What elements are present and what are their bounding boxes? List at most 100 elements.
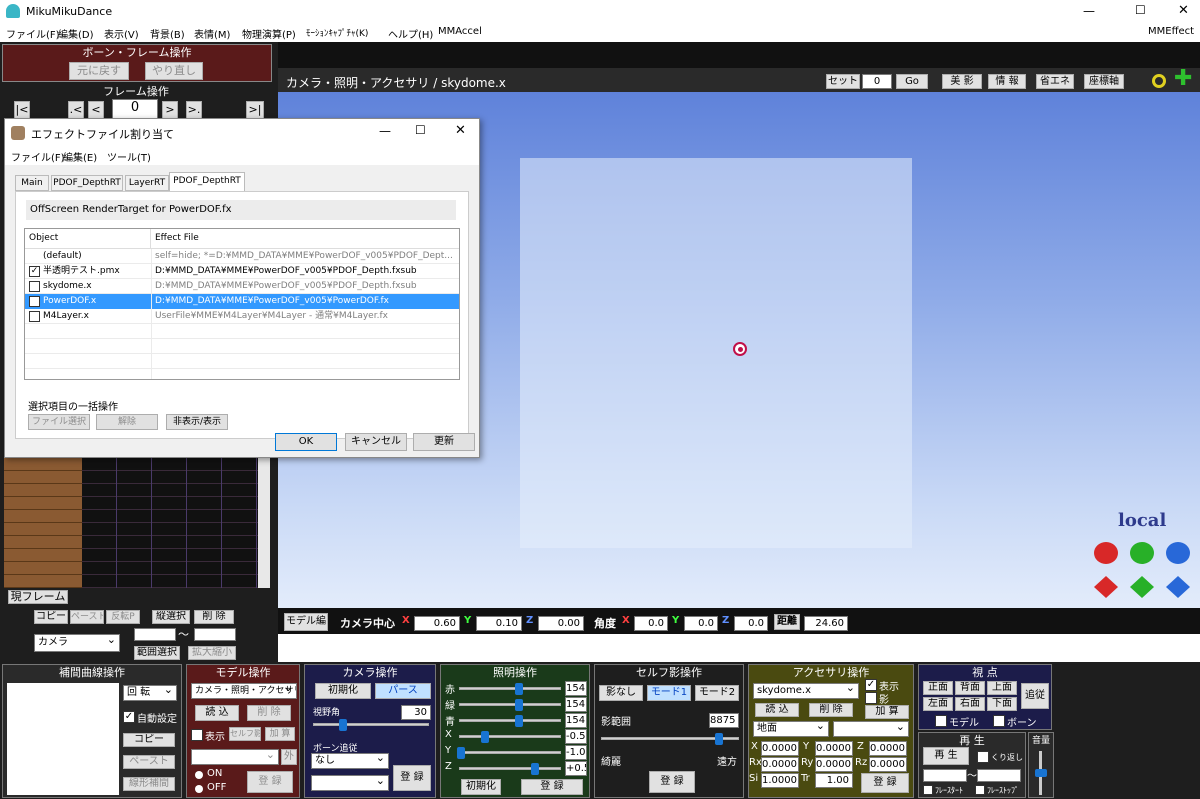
view-front-button[interactable]: 正面	[923, 681, 953, 695]
camera-init-button[interactable]: 初期化	[315, 683, 371, 699]
interp-paste-button[interactable]: ペースト	[123, 755, 175, 769]
invert-paste-button[interactable]: 反転P	[106, 610, 140, 624]
model-register-button[interactable]: 登 録	[247, 771, 293, 793]
menu-view[interactable]: 表示(V)	[104, 26, 139, 41]
frame-number-input[interactable]: 0	[112, 99, 158, 119]
light-blue-slider[interactable]	[459, 719, 561, 722]
distance-input[interactable]: 24.60	[804, 616, 848, 631]
light-green-input[interactable]: 154	[565, 697, 587, 712]
rotate-x-icon[interactable]	[1094, 542, 1118, 564]
dialog-menu-file[interactable]: ファイル(F)	[11, 149, 65, 164]
angle-x-input[interactable]: 0.0	[634, 616, 668, 631]
model-edit-button[interactable]: モデル編	[284, 613, 328, 631]
close-button[interactable]: ✕	[1178, 3, 1189, 18]
camera-x-input[interactable]: 0.60	[414, 616, 460, 631]
delete-frame-button[interactable]: 削 除	[194, 610, 234, 624]
shadow-register-button[interactable]: 登 録	[649, 771, 695, 793]
accessory-bone-select[interactable]	[833, 721, 909, 737]
last-frame-button[interactable]: >|	[246, 101, 264, 119]
view-back-button[interactable]: 背面	[955, 681, 985, 695]
light-red-slider[interactable]	[459, 687, 561, 690]
accessory-x-input[interactable]: 0.0000	[761, 741, 799, 756]
row-checkbox[interactable]	[29, 311, 40, 322]
prev-key-button[interactable]: .<	[68, 101, 84, 119]
table-row[interactable]: skydome.x D:¥MMD_DATA¥MME¥PowerDOF_v005¥P…	[25, 279, 459, 294]
model-on-radio[interactable]	[195, 771, 203, 779]
light-red-input[interactable]: 154	[565, 681, 587, 696]
minimize-button[interactable]: —	[1083, 4, 1095, 18]
view-bottom-button[interactable]: 下面	[987, 697, 1017, 711]
row-checkbox[interactable]	[29, 296, 40, 307]
light-x-knob[interactable]	[481, 731, 489, 743]
table-row[interactable]: M4Layer.x UserFile¥MME¥M4Layer¥M4Layer - …	[25, 309, 459, 324]
ok-button[interactable]: OK	[275, 433, 337, 451]
view-top-button[interactable]: 上面	[987, 681, 1017, 695]
rotate-y-icon[interactable]	[1130, 542, 1154, 564]
menu-mmaccel[interactable]: MMAccel	[438, 26, 482, 37]
next-frame-button[interactable]: >	[162, 101, 178, 119]
dialog-menu-tools[interactable]: ツール(T)	[107, 149, 151, 164]
light-y-knob[interactable]	[457, 747, 465, 759]
accessory-parent-select[interactable]: 地面	[753, 721, 829, 737]
menu-motion-capture[interactable]: ﾓｰｼｮﾝｷｬﾌﾟﾁｬ(K)	[306, 26, 368, 39]
dialog-minimize-button[interactable]: —	[379, 124, 391, 138]
undo-button[interactable]: 元に戻す	[69, 62, 129, 80]
view-right-button[interactable]: 右面	[955, 697, 985, 711]
beauty-shadow-button[interactable]: 美 影	[942, 74, 982, 89]
timeline-bone-list[interactable]	[4, 458, 82, 588]
scale-button[interactable]: 拡大縮小	[188, 646, 236, 660]
view-left-button[interactable]: 左面	[923, 697, 953, 711]
prev-frame-button[interactable]: <	[88, 101, 104, 119]
light-register-button[interactable]: 登 録	[521, 779, 583, 795]
dialog-maximize-button[interactable]: ☐	[415, 123, 426, 137]
menu-expression[interactable]: 表情(M)	[194, 26, 230, 41]
model-load-button[interactable]: 読 込	[195, 705, 239, 721]
set-frame-input[interactable]: 0	[862, 74, 892, 89]
col-header-object[interactable]: Object	[25, 229, 151, 249]
menu-edit[interactable]: 編集(D)	[58, 26, 94, 41]
accessory-rz-input[interactable]: 0.0000	[869, 757, 907, 772]
light-green-knob[interactable]	[515, 699, 523, 711]
update-button[interactable]: 更新	[413, 433, 475, 451]
view-model-checkbox[interactable]	[935, 715, 947, 727]
energy-save-button[interactable]: 省エネ	[1036, 74, 1074, 89]
mode2-button[interactable]: モード2	[695, 685, 739, 701]
accessory-scale-input[interactable]: 1.0000	[761, 773, 799, 788]
redo-button[interactable]: やり直し	[145, 62, 203, 80]
fov-input[interactable]: 30	[401, 705, 431, 720]
tab-pdof-depthrt-2[interactable]: PDOF_DepthRT	[169, 172, 245, 191]
model-outer-select[interactable]	[191, 749, 279, 765]
fov-slider-knob[interactable]	[339, 719, 347, 731]
light-blue-input[interactable]: 154	[565, 713, 587, 728]
info-button[interactable]: 情 報	[988, 74, 1026, 89]
cancel-button[interactable]: キャンセル	[345, 433, 407, 451]
move-plus-icon[interactable]: ✚	[1174, 68, 1192, 90]
range-select-button[interactable]: 範囲選択	[134, 646, 180, 660]
camera-register-button[interactable]: 登 録	[393, 765, 431, 791]
first-frame-button[interactable]: |<	[14, 101, 30, 119]
light-red-knob[interactable]	[515, 683, 523, 695]
col-header-effect[interactable]: Effect File	[151, 229, 459, 249]
accessory-shadow-checkbox[interactable]	[865, 692, 877, 704]
timeline-scrollbar[interactable]	[258, 458, 270, 588]
bone-follow-bone-select[interactable]	[311, 775, 389, 791]
linear-interp-button[interactable]: 線形補間	[123, 777, 175, 791]
model-show-checkbox[interactable]	[191, 729, 203, 741]
mode1-button[interactable]: モード1	[647, 685, 691, 701]
vertical-select-button[interactable]: 縦選択	[152, 610, 190, 624]
perspective-button[interactable]: パース	[375, 683, 431, 699]
repeat-checkbox[interactable]	[977, 751, 989, 763]
shadow-range-input[interactable]: 8875	[709, 713, 739, 728]
next-key-button[interactable]: >.	[186, 101, 202, 119]
bone-follow-model-select[interactable]: なし	[311, 753, 389, 769]
view-follow-button[interactable]: 追従	[1021, 683, 1049, 709]
light-blue-knob[interactable]	[515, 715, 523, 727]
menu-file[interactable]: ファイル(F)	[6, 26, 60, 41]
model-off-radio[interactable]	[195, 785, 203, 793]
accessory-transparency-input[interactable]: 1.00	[815, 773, 853, 788]
current-frame-button[interactable]: 現フレーム	[8, 590, 68, 604]
interp-rotate-select[interactable]: 回 転	[123, 685, 177, 701]
tab-pdof-depthrt-1[interactable]: PDOF_DepthRT	[51, 175, 123, 191]
light-x-slider[interactable]	[459, 735, 561, 738]
release-button[interactable]: 解除	[96, 414, 158, 430]
